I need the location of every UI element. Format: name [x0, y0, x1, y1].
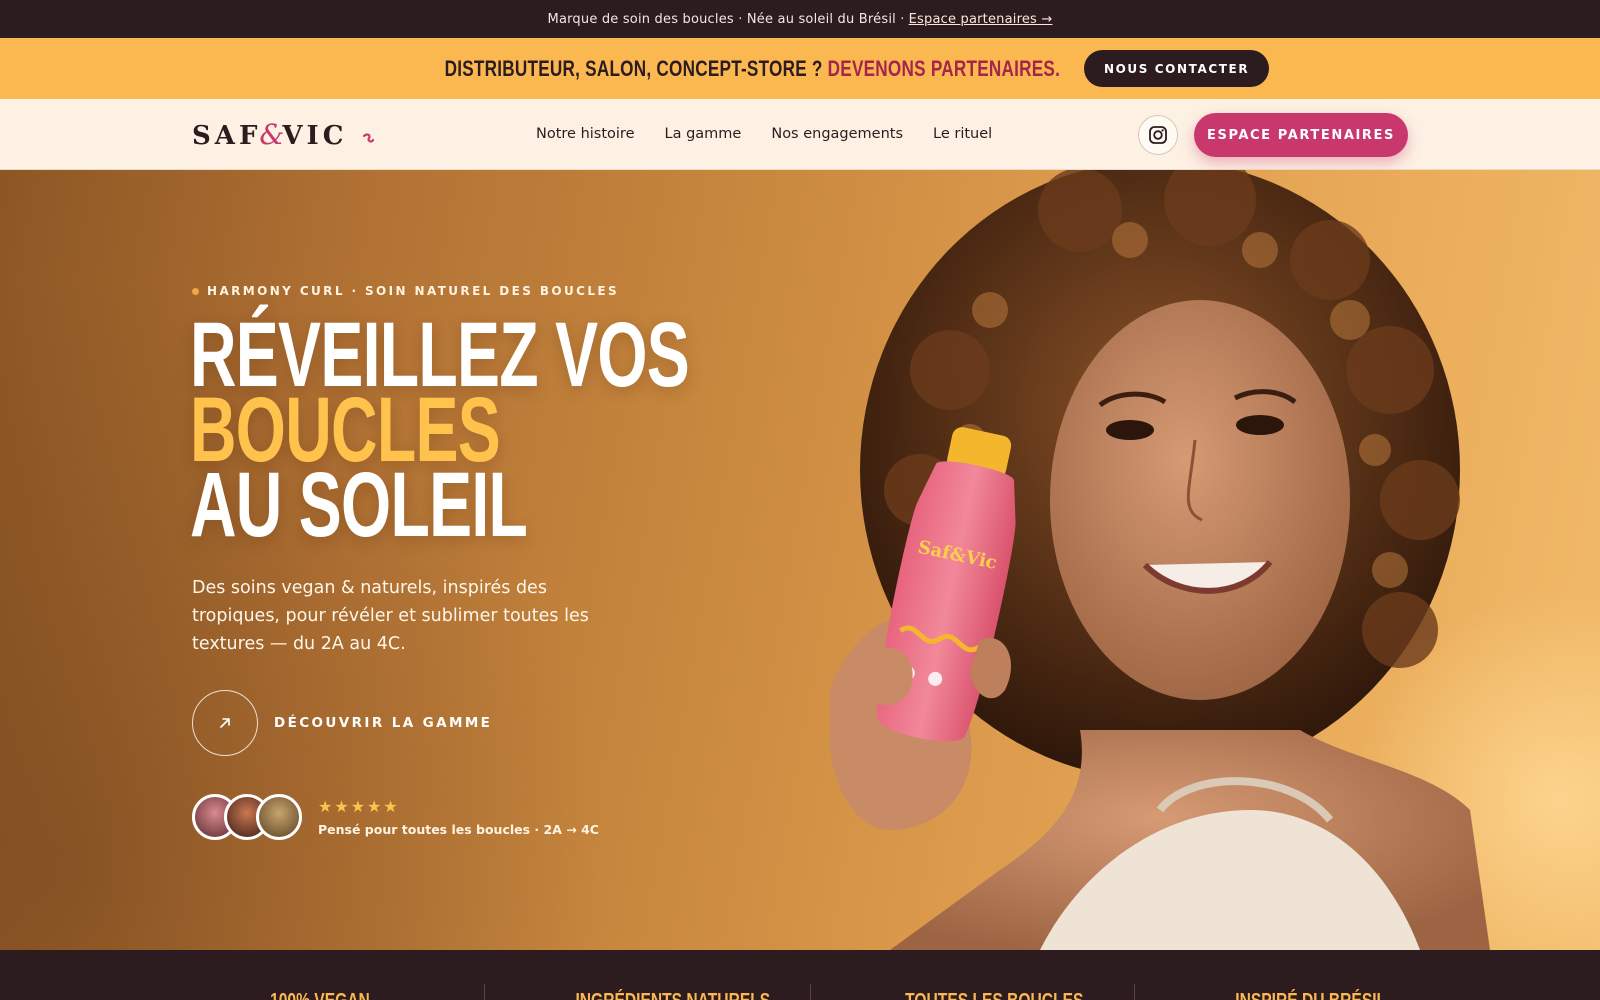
- partner-space-link[interactable]: Espace partenaires →: [909, 12, 1053, 27]
- discover-range-button[interactable]: DÉCOUVRIR LA GAMME: [192, 690, 492, 756]
- nav-item-nos-engagements[interactable]: Nos engagements: [771, 126, 903, 142]
- eyebrow-text: HARMONY CURL · SOIN NATUREL DES BOUCLES: [207, 284, 620, 298]
- rating: ★★★★★ Pensé pour toutes les boucles · 2A…: [318, 797, 599, 837]
- partner-question: DISTRIBUTEUR, SALON, CONCEPT-STORE ?: [444, 55, 823, 81]
- feature-natural-ingredients: INGRÉDIENTS NATURELS: [575, 990, 770, 1000]
- instagram-button[interactable]: [1138, 115, 1178, 155]
- hero-eyebrow: HARMONY CURL · SOIN NATUREL DES BOUCLES: [192, 284, 619, 298]
- cta-label[interactable]: DÉCOUVRIR LA GAMME: [274, 715, 492, 731]
- nav-item-notre-histoire[interactable]: Notre histoire: [536, 126, 635, 142]
- feature-brazil: INSPIRÉ DU BRÉSIL: [1235, 990, 1386, 1000]
- partner-message: DISTRIBUTEUR, SALON, CONCEPT-STORE ? DEV…: [444, 56, 1060, 82]
- divider: [484, 984, 485, 1000]
- announcement-text: Marque de soin des boucles · Née au sole…: [547, 11, 905, 27]
- feature-vegan: 100% VEGAN: [270, 990, 370, 1000]
- hero-model-image: Saf&Vic: [830, 170, 1490, 950]
- arrow-up-right-icon: [220, 718, 230, 728]
- eyebrow-dot-icon: [192, 287, 199, 295]
- logo-wordmark: SAF&VIC: [192, 117, 348, 151]
- avatar: [256, 794, 302, 840]
- features-strip: 100% VEGAN INGRÉDIENTS NATURELS TOUTES L…: [0, 950, 1600, 1000]
- hero-subtext: Des soins vegan & naturels, inspirés des…: [192, 578, 589, 654]
- star-rating-icon: ★★★★★: [318, 797, 400, 816]
- nav-item-le-rituel[interactable]: Le rituel: [933, 126, 992, 142]
- nav-item-la-gamme[interactable]: La gamme: [665, 126, 742, 142]
- social-proof: ★★★★★ Pensé pour toutes les boucles · 2A…: [192, 794, 599, 840]
- hero-headline: RÉVEILLEZ VOS BOUCLES AU SOLEIL: [190, 309, 690, 556]
- instagram-icon: [1149, 126, 1167, 144]
- announcement-bar: Marque de soin des boucles · Née au sole…: [0, 0, 1600, 38]
- nav-menu: Notre histoire La gamme Nos engagements …: [536, 99, 992, 169]
- headline-line-3: AU SOLEIL: [190, 454, 528, 556]
- brand-logo[interactable]: SAF&VIC: [192, 117, 375, 151]
- main-nav: SAF&VIC Notre histoire La gamme Nos enga…: [0, 99, 1600, 170]
- avatar-group: [192, 794, 302, 840]
- divider: [810, 984, 811, 1000]
- hero-section: HARMONY CURL · SOIN NATUREL DES BOUCLES …: [0, 170, 1600, 950]
- partner-banner: DISTRIBUTEUR, SALON, CONCEPT-STORE ? DEV…: [0, 38, 1600, 99]
- partner-space-button[interactable]: ESPACE PARTENAIRES: [1194, 113, 1408, 157]
- cta-circle[interactable]: [192, 690, 258, 756]
- rating-text: Pensé pour toutes les boucles · 2A → 4C: [318, 822, 599, 837]
- partner-highlight: DEVENONS PARTENAIRES.: [827, 55, 1060, 81]
- contact-button[interactable]: NOUS CONTACTER: [1083, 50, 1270, 87]
- curl-mark-icon: [363, 133, 375, 143]
- divider: [1134, 984, 1135, 1000]
- feature-all-curls: TOUTES LES BOUCLES: [905, 990, 1083, 1000]
